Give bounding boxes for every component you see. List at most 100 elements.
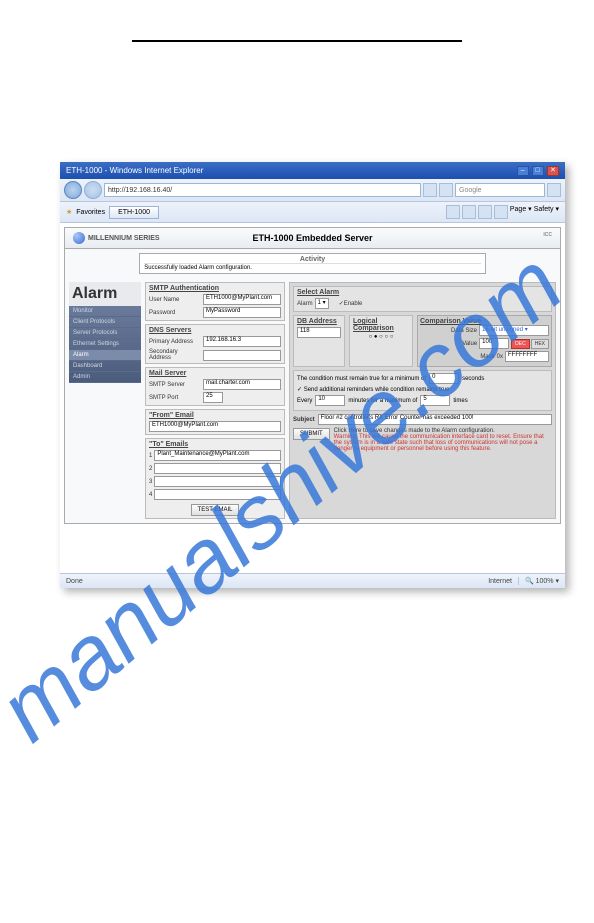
feeds-icon[interactable] (462, 205, 476, 219)
user-input[interactable]: ETH1000@MyPlant.com (203, 294, 281, 305)
pass-input[interactable]: MyPassword (203, 307, 281, 318)
from-title: "From" Email (149, 412, 281, 419)
activity-box: Activity Successfully loaded Alarm confi… (139, 253, 486, 274)
browser-content: MILLENNIUM SERIES ETH-1000 Embedded Serv… (60, 223, 565, 573)
to-input-2[interactable] (154, 463, 281, 474)
status-zoom[interactable]: 🔍 100% ▾ (518, 577, 559, 585)
home-icon[interactable] (446, 205, 460, 219)
mask-input[interactable]: FFFFFFFF (505, 351, 549, 362)
print-icon[interactable] (494, 205, 508, 219)
screenshot-window: ETH-1000 - Windows Internet Explorer – □… (60, 162, 565, 588)
back-button[interactable] (64, 181, 82, 199)
sidebar-item-ethernet[interactable]: Ethernet Settings (69, 339, 141, 350)
primary-input[interactable]: 192.168.16.3 (203, 336, 281, 347)
submit-button[interactable]: SUBMIT (293, 428, 330, 440)
window-buttons: – □ ✕ (516, 165, 559, 176)
search-box[interactable]: Google (455, 183, 545, 197)
dns-group: DNS Servers Primary Address192.168.16.3 … (145, 324, 285, 364)
reminders-checkbox[interactable]: ✓ Send additional reminders while condit… (297, 386, 449, 393)
secondary-input[interactable] (203, 350, 281, 361)
subject-input[interactable]: Floor #2 controller's RX Error Counter h… (318, 414, 552, 425)
maximize-button[interactable]: □ (532, 166, 544, 176)
to-input-3[interactable] (154, 476, 281, 487)
sidebar-item-admin[interactable]: Admin (69, 372, 141, 383)
logic-radios[interactable]: ○ ● ○ ○ ○ (353, 334, 409, 340)
condition-box: The condition must remain true for a min… (293, 370, 552, 411)
browser-tab[interactable]: ETH-1000 (109, 206, 159, 219)
page-header: MILLENNIUM SERIES ETH-1000 Embedded Serv… (65, 228, 560, 249)
stop-icon[interactable] (439, 183, 453, 197)
to-group: "To" Emails 1Plant_Maintenance@MyPlant.c… (145, 438, 285, 519)
submit-warning: Click Here to save changes made to the A… (334, 428, 552, 452)
favorites-label[interactable]: Favorites (76, 209, 105, 216)
sidebar: Monitor Client Protocols Server Protocol… (69, 306, 141, 383)
activity-message: Successfully loaded Alarm configuration. (144, 265, 481, 271)
address-bar[interactable]: http://192.168.16.40/ (104, 183, 421, 197)
datasize-select[interactable]: 16-bit unsigned ▾ (479, 325, 549, 336)
mail-icon[interactable] (478, 205, 492, 219)
safety-menu[interactable]: Safety ▾ (534, 205, 559, 219)
minimize-button[interactable]: – (517, 166, 529, 176)
sidebar-item-dashboard[interactable]: Dashboard (69, 361, 141, 372)
window-title: ETH-1000 - Windows Internet Explorer (66, 166, 203, 175)
sidebar-wrap: Alarm Monitor Client Protocols Server Pr… (69, 282, 141, 519)
from-group: "From" Email ETH1000@MyPlant.com (145, 409, 285, 435)
to-input-4[interactable] (154, 489, 281, 500)
smtp-server-label: SMTP Server (149, 382, 201, 388)
window-titlebar: ETH-1000 - Windows Internet Explorer – □… (60, 162, 565, 179)
alarm-config-panel: Select Alarm Alarm 1 ▾ ✓Enable DB Addres… (289, 282, 556, 519)
sidebar-item-server[interactable]: Server Protocols (69, 328, 141, 339)
smtp-port-label: SMTP Port (149, 395, 201, 401)
brand-logo: MILLENNIUM SERIES (73, 232, 160, 244)
test-email-button[interactable]: TEST EMAIL (191, 504, 240, 516)
close-button[interactable]: ✕ (547, 166, 559, 176)
hex-button[interactable]: HEX (531, 339, 549, 349)
smtp-server-input[interactable]: mail.charter.com (203, 379, 281, 390)
logic-title: Logical Comparison (353, 318, 409, 332)
mail-title: Mail Server (149, 370, 281, 377)
page-menu[interactable]: Page ▾ (510, 205, 532, 219)
favorites-bar: ★ Favorites ETH-1000 Page ▾ Safety ▾ (60, 202, 565, 223)
activity-title: Activity (144, 256, 481, 264)
top-rule (132, 40, 462, 42)
smtp-auth-group: SMTP Authentication User NameETH1000@MyP… (145, 282, 285, 321)
pass-label: Password (149, 310, 201, 316)
comp-value-input[interactable]: 100 (479, 338, 509, 349)
mail-group: Mail Server SMTP Servermail.charter.com … (145, 367, 285, 406)
secondary-label: Secondary Address (149, 349, 201, 361)
forward-button[interactable] (84, 181, 102, 199)
alarm-select[interactable]: 1 ▾ (315, 298, 329, 309)
cond-seconds-input[interactable]: 0 (429, 373, 459, 384)
icc-logo: ICC (543, 232, 552, 238)
status-bar: Done Internet 🔍 100% ▾ (60, 573, 565, 588)
refresh-icon[interactable] (423, 183, 437, 197)
alarm-label: Alarm (297, 301, 313, 307)
nav-toolbar: http://192.168.16.40/ Google (60, 179, 565, 202)
search-go-icon[interactable] (547, 183, 561, 197)
status-done: Done (66, 578, 83, 585)
smtp-title: SMTP Authentication (149, 285, 281, 292)
dec-button[interactable]: DEC (511, 339, 530, 349)
to-input-1[interactable]: Plant_Maintenance@MyPlant.com (154, 450, 281, 461)
globe-icon (73, 232, 85, 244)
sidebar-item-monitor[interactable]: Monitor (69, 306, 141, 317)
comp-title: Comparison Value (420, 318, 549, 325)
sidebar-title: Alarm (69, 282, 141, 306)
to-title: "To" Emails (149, 441, 281, 448)
user-label: User Name (149, 297, 201, 303)
enable-checkbox[interactable]: ✓Enable (339, 300, 363, 307)
every-input[interactable]: 10 (315, 395, 345, 406)
sidebar-item-client[interactable]: Client Protocols (69, 317, 141, 328)
sidebar-item-alarm[interactable]: Alarm (69, 350, 141, 361)
dns-title: DNS Servers (149, 327, 281, 334)
db-title: DB Address (297, 318, 341, 325)
subject-label: Subject (293, 417, 315, 423)
db-input[interactable]: 118 (297, 327, 341, 338)
select-alarm-title: Select Alarm (297, 289, 339, 296)
smtp-port-input[interactable]: 25 (203, 392, 223, 403)
primary-label: Primary Address (149, 339, 201, 345)
favorites-star-icon[interactable]: ★ (66, 208, 72, 216)
page-title: ETH-1000 Embedded Server (252, 233, 372, 243)
from-input[interactable]: ETH1000@MyPlant.com (149, 421, 281, 432)
max-input[interactable]: 5 (420, 395, 450, 406)
